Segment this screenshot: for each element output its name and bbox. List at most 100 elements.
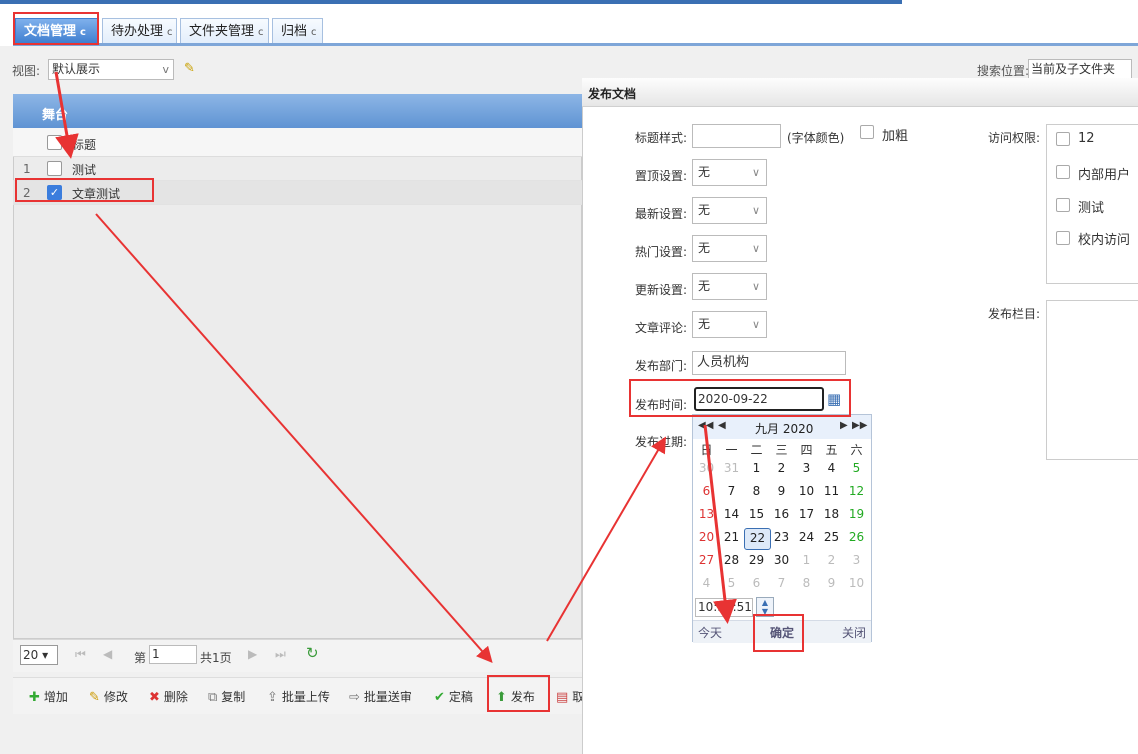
calendar-day[interactable]: 27 (694, 551, 719, 571)
select-all-checkbox[interactable] (47, 135, 62, 150)
edit-pencil-icon[interactable]: ✎ (184, 61, 195, 76)
add-button[interactable]: ✚ 增加 (29, 688, 68, 705)
calendar-day[interactable]: 2 (819, 551, 844, 571)
calendar-day[interactable]: 18 (819, 505, 844, 525)
row-title[interactable]: 测试 (72, 161, 96, 178)
calendar-day[interactable]: 8 (794, 574, 819, 594)
search-location-value: 当前及子文件夹 (1031, 62, 1116, 76)
delete-button[interactable]: ✖ 删除 (149, 688, 188, 705)
calendar-day[interactable]: 28 (719, 551, 744, 571)
prev-month-icon[interactable]: ◀ (718, 420, 726, 431)
calendar-day[interactable]: 1 (744, 459, 769, 479)
access-checkbox[interactable] (1056, 165, 1070, 179)
calendar-day[interactable]: 3 (794, 459, 819, 479)
calendar-day[interactable]: 12 (844, 482, 869, 502)
calendar-day[interactable]: 11 (819, 482, 844, 502)
calendar-day[interactable]: 30 (694, 459, 719, 479)
tab-archive[interactable]: 归档 c (272, 18, 323, 43)
access-checkbox[interactable] (1056, 198, 1070, 212)
first-page-icon[interactable]: ⏮ (75, 647, 86, 662)
calendar-day[interactable]: 9 (819, 574, 844, 594)
access-checkbox[interactable] (1056, 231, 1070, 245)
access-checkbox[interactable] (1056, 132, 1070, 146)
calendar-day[interactable]: 5 (844, 459, 869, 479)
calendar-day[interactable]: 6 (744, 574, 769, 594)
title-color-input[interactable] (692, 124, 781, 148)
calendar-day[interactable]: 13 (694, 505, 719, 525)
prev-page-icon[interactable]: ◀ (103, 647, 112, 661)
close-button[interactable]: 关闭 (842, 624, 866, 641)
calendar-day[interactable]: 26 (844, 528, 869, 548)
update-setting-select[interactable]: 无 ∨ (692, 273, 767, 300)
chevron-down-icon: ∨ (751, 318, 760, 331)
calendar-day[interactable]: 3 (844, 551, 869, 571)
last-page-icon[interactable]: ⏭ (275, 647, 286, 662)
finalize-button[interactable]: ✔ 定稿 (434, 688, 473, 705)
update-setting-label: 更新设置: (635, 283, 688, 297)
calendar-day[interactable]: 24 (794, 528, 819, 548)
calendar-day[interactable]: 10 (844, 574, 869, 594)
calendar-day[interactable]: 4 (694, 574, 719, 594)
calendar-day[interactable]: 7 (769, 574, 794, 594)
calendar-day[interactable]: 22 (744, 528, 771, 550)
calendar-day[interactable]: 8 (744, 482, 769, 502)
batch-upload-button[interactable]: ⇪ 批量上传 (267, 688, 330, 705)
chevron-down-icon: ∨ (751, 204, 760, 217)
calendar-day[interactable]: 1 (794, 551, 819, 571)
calendar-day[interactable]: 15 (744, 505, 769, 525)
chevron-down-icon: ∨ (751, 166, 760, 179)
bold-checkbox[interactable] (860, 125, 874, 139)
copy-button[interactable]: ⧉ 复制 (208, 688, 245, 705)
calendar-day[interactable]: 29 (744, 551, 769, 571)
calendar-day[interactable]: 20 (694, 528, 719, 548)
calendar-day[interactable]: 17 (794, 505, 819, 525)
calendar-day[interactable]: 5 (719, 574, 744, 594)
top-setting-value: 无 (698, 165, 711, 179)
calendar-day[interactable]: 31 (719, 459, 744, 479)
calendar-day[interactable]: 25 (819, 528, 844, 548)
column-title[interactable]: 标题 (72, 136, 96, 153)
next-page-icon[interactable]: ▶ (248, 647, 257, 661)
comment-setting-select[interactable]: 无 ∨ (692, 311, 767, 338)
time-input[interactable]: 10:37:51 (695, 598, 753, 617)
today-button[interactable]: 今天 (698, 624, 722, 641)
edit-button[interactable]: ✎ 修改 (89, 688, 128, 705)
tab-folder-management[interactable]: 文件夹管理 c (180, 18, 269, 43)
calendar-day[interactable]: 2 (769, 459, 794, 479)
calendar-day[interactable]: 23 (769, 528, 794, 548)
new-setting-select[interactable]: 无 ∨ (692, 197, 767, 224)
calendar-day[interactable]: 14 (719, 505, 744, 525)
batch-send-button[interactable]: ⇨ 批量送审 (349, 688, 412, 705)
tab-pending[interactable]: 待办处理 c (102, 18, 177, 43)
grid-title: 舞台 (42, 108, 69, 123)
refresh-icon[interactable]: ↻ (306, 644, 319, 662)
search-location-select[interactable]: 当前及子文件夹 (1028, 59, 1132, 80)
row-checkbox[interactable] (47, 161, 62, 176)
delete-label: 删除 (163, 690, 188, 704)
page-number-input[interactable]: 1 (149, 645, 197, 664)
update-setting-value: 无 (698, 279, 711, 293)
calendar-day[interactable]: 4 (819, 459, 844, 479)
view-select[interactable]: 默认展示 v (48, 59, 174, 80)
refresh-icon[interactable]: c (258, 27, 264, 38)
calendar-day[interactable]: 30 (769, 551, 794, 571)
top-setting-select[interactable]: 无 ∨ (692, 159, 767, 186)
calendar-day[interactable]: 16 (769, 505, 794, 525)
refresh-icon[interactable]: c (167, 27, 173, 38)
hot-setting-select[interactable]: 无 ∨ (692, 235, 767, 262)
prev-year-icon[interactable]: ◀◀ (698, 420, 713, 431)
column-select-box[interactable] (1046, 300, 1138, 460)
calendar-day[interactable]: 9 (769, 482, 794, 502)
dept-input[interactable]: 人员机构 (692, 351, 846, 375)
calendar-day[interactable]: 7 (719, 482, 744, 502)
next-year-icon[interactable]: ▶▶ (852, 420, 867, 431)
calendar-day[interactable]: 21 (719, 528, 744, 548)
calendar-day[interactable]: 19 (844, 505, 869, 525)
calendar-day[interactable]: 6 (694, 482, 719, 502)
next-month-icon[interactable]: ▶ (840, 420, 848, 431)
refresh-icon[interactable]: c (311, 27, 317, 38)
cancel-button[interactable]: ▤ 取 (556, 688, 584, 705)
tab-label: 文件夹管理 (189, 24, 255, 39)
calendar-day[interactable]: 10 (794, 482, 819, 502)
page-size-select[interactable]: 20 ▾ (20, 645, 58, 665)
